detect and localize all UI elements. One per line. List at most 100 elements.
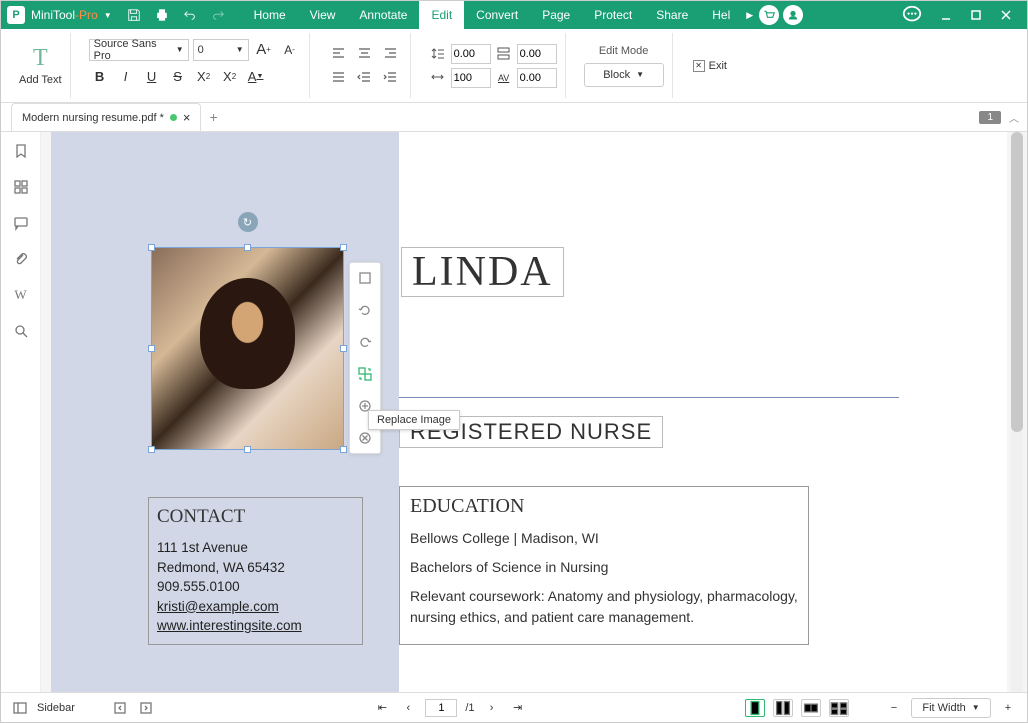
strikethrough-button[interactable]: S	[167, 67, 189, 87]
bold-button[interactable]: B	[89, 67, 111, 87]
underline-button[interactable]: U	[141, 67, 163, 87]
resize-handle-tl[interactable]	[148, 244, 155, 251]
contact-email: kristi@example.com	[157, 597, 354, 617]
redo-button[interactable]	[206, 3, 230, 27]
replace-image-tooltip: Replace Image	[368, 410, 460, 430]
zoom-in-button[interactable]: +	[999, 699, 1017, 717]
scale-input[interactable]	[451, 68, 491, 88]
last-page-button[interactable]: ⇥	[509, 699, 527, 717]
crop-button[interactable]	[356, 269, 374, 287]
decrease-indent-button[interactable]	[354, 68, 376, 88]
tab-close-button[interactable]: ×	[183, 110, 191, 125]
resize-handle-b[interactable]	[244, 446, 251, 453]
cart-button[interactable]	[759, 5, 779, 25]
chat-button[interactable]	[901, 4, 923, 26]
font-select[interactable]: Source Sans Pro▼	[89, 39, 189, 61]
menu-home[interactable]: Home	[242, 1, 298, 29]
undo-button[interactable]	[178, 3, 202, 27]
resize-handle-tr[interactable]	[340, 244, 347, 251]
next-page-button[interactable]: ›	[483, 699, 501, 717]
view-continuous-button[interactable]	[773, 699, 793, 717]
font-size-select[interactable]: 0▼	[193, 39, 249, 61]
prev-page-small-button[interactable]	[111, 699, 129, 717]
print-button[interactable]	[150, 3, 174, 27]
increase-font-button[interactable]: A+	[253, 40, 275, 60]
menu-protect[interactable]: Protect	[582, 1, 644, 29]
superscript-button[interactable]: X2	[193, 67, 215, 87]
divider	[399, 397, 899, 398]
next-page-small-button[interactable]	[137, 699, 155, 717]
account-button[interactable]	[783, 5, 803, 25]
line-spacing-input[interactable]	[451, 44, 491, 64]
menu-share[interactable]: Share	[644, 1, 700, 29]
resize-handle-l[interactable]	[148, 345, 155, 352]
bookmark-panel-button[interactable]	[12, 142, 30, 160]
view-single-button[interactable]	[745, 699, 765, 717]
menu-page[interactable]: Page	[530, 1, 582, 29]
edit-mode-select[interactable]: Block▼	[584, 63, 664, 87]
scrollbar-thumb[interactable]	[1011, 132, 1023, 432]
font-color-button[interactable]: A▼	[245, 67, 267, 87]
first-page-button[interactable]: ⇤	[373, 699, 391, 717]
tab-title: Modern nursing resume.pdf *	[22, 112, 164, 124]
menu-annotate[interactable]: Annotate	[347, 1, 419, 29]
align-justify-button[interactable]	[328, 68, 350, 88]
align-left-button[interactable]	[328, 44, 350, 64]
resize-handle-br[interactable]	[340, 446, 347, 453]
name-block[interactable]: LINDA	[401, 247, 564, 297]
increase-indent-button[interactable]	[380, 68, 402, 88]
view-book-button[interactable]	[829, 699, 849, 717]
comments-panel-button[interactable]	[12, 214, 30, 232]
education-section[interactable]: EDUCATION Bellows College | Madison, WI …	[399, 486, 809, 645]
app-menu-chevron[interactable]: ▼	[104, 11, 112, 20]
menu-edit[interactable]: Edit	[419, 1, 464, 29]
italic-button[interactable]: I	[115, 67, 137, 87]
word-panel-button[interactable]: W	[12, 286, 30, 304]
page-number-input[interactable]	[425, 699, 457, 717]
decrease-font-button[interactable]: A-	[279, 40, 301, 60]
close-button[interactable]	[991, 1, 1021, 29]
replace-image-button[interactable]	[356, 365, 374, 383]
menu-convert[interactable]: Convert	[464, 1, 530, 29]
maximize-button[interactable]	[961, 1, 991, 29]
education-coursework: Relevant coursework: Anatomy and physiol…	[410, 586, 798, 628]
view-facing-button[interactable]	[801, 699, 821, 717]
contact-addr1: 111 1st Avenue	[157, 538, 354, 558]
rotate-left-button[interactable]	[356, 301, 374, 319]
align-center-button[interactable]	[354, 44, 376, 64]
text-icon: T	[33, 45, 48, 72]
thumbnails-panel-button[interactable]	[12, 178, 30, 196]
zoom-out-button[interactable]: −	[885, 699, 903, 717]
resize-handle-t[interactable]	[244, 244, 251, 251]
sidebar-toggle-button[interactable]	[11, 699, 29, 717]
resize-handle-bl[interactable]	[148, 446, 155, 453]
save-button[interactable]	[122, 3, 146, 27]
exit-button[interactable]: ✕ Exit	[693, 60, 727, 72]
page-total: /1	[465, 702, 474, 714]
align-right-button[interactable]	[380, 44, 402, 64]
menu-help[interactable]: Hel	[700, 1, 742, 29]
resize-handle-r[interactable]	[340, 345, 347, 352]
rotate-right-button[interactable]	[356, 333, 374, 351]
add-text-button[interactable]: T Add Text	[11, 33, 71, 98]
zoom-select[interactable]: Fit Width▼	[911, 698, 991, 718]
subscript-button[interactable]: X2	[219, 67, 241, 87]
delete-image-button[interactable]	[356, 429, 374, 447]
minimize-button[interactable]	[931, 1, 961, 29]
resume-name: LINDA	[412, 248, 553, 296]
prev-page-button[interactable]: ‹	[399, 699, 417, 717]
document-tab[interactable]: Modern nursing resume.pdf * ×	[11, 103, 201, 131]
menu-scroll-right[interactable]: ▶	[746, 10, 753, 21]
menu-view[interactable]: View	[298, 1, 348, 29]
collapse-ribbon-button[interactable]: ︿	[1009, 110, 1019, 125]
char-spacing-input[interactable]	[517, 68, 557, 88]
attachments-panel-button[interactable]	[12, 250, 30, 268]
para-spacing-input[interactable]	[517, 44, 557, 64]
rotate-handle[interactable]: ↻	[238, 212, 258, 232]
contact-section[interactable]: CONTACT 111 1st Avenue Redmond, WA 65432…	[148, 497, 363, 645]
search-panel-button[interactable]	[12, 322, 30, 340]
resume-photo[interactable]: ↻	[151, 247, 344, 450]
unsaved-indicator	[170, 114, 177, 121]
new-tab-button[interactable]: +	[209, 109, 217, 125]
vertical-scrollbar[interactable]	[1011, 132, 1023, 692]
